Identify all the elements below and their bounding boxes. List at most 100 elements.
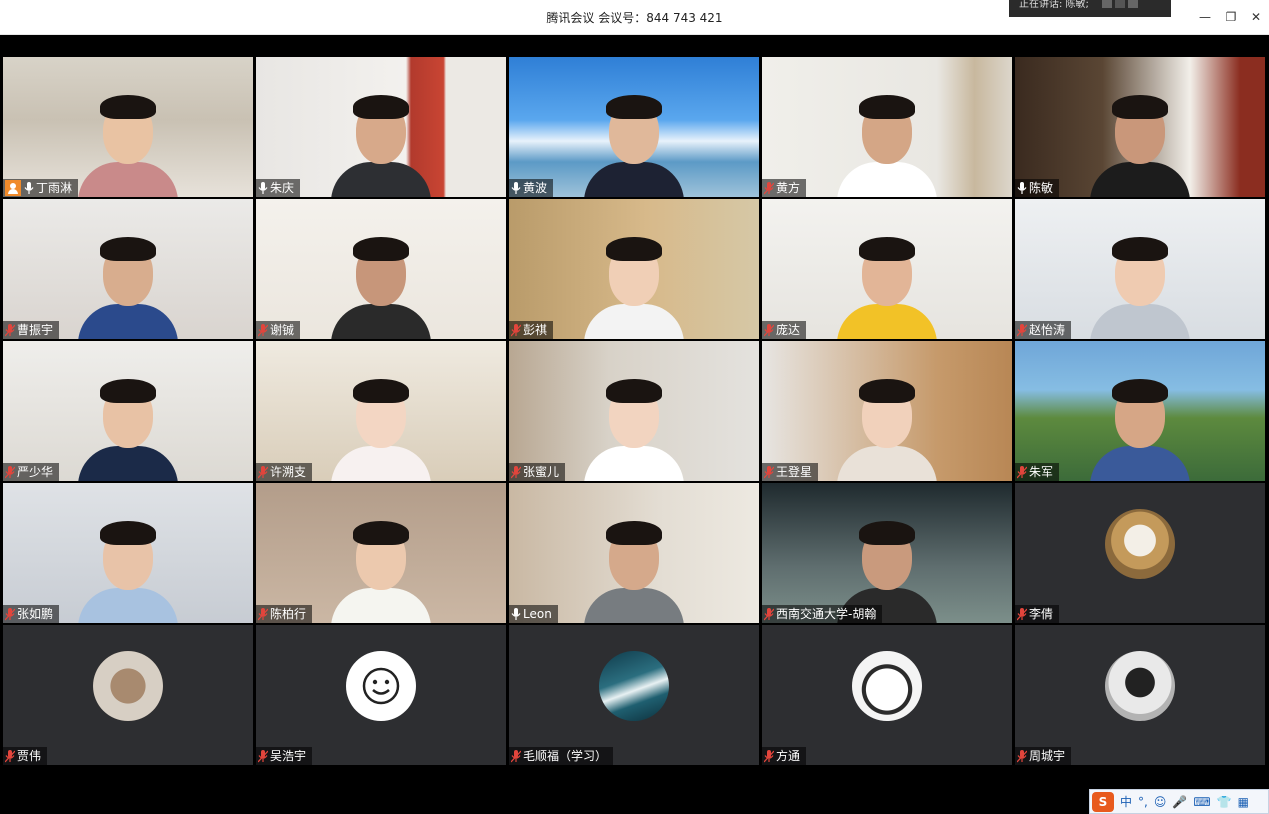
mic-muted-icon <box>5 607 17 621</box>
participant-name-tag: 朱军 <box>1015 463 1060 481</box>
speaking-label: 正在讲话: 陈敏; <box>1019 0 1089 10</box>
mic-muted-icon <box>511 749 523 763</box>
participant-tile[interactable]: 朱庆 <box>256 57 506 197</box>
participant-name-tag: 西南交通大学-胡翰 <box>762 605 883 623</box>
participant-tile[interactable]: 李倩 <box>1015 483 1265 623</box>
video-feed <box>762 57 1012 197</box>
video-feed <box>509 199 759 339</box>
participant-tile[interactable]: Leon <box>509 483 759 623</box>
participant-tile[interactable]: 张蜜儿 <box>509 341 759 481</box>
mic-muted-icon <box>258 749 270 763</box>
ime-voice-icon[interactable]: 🎤 <box>1172 795 1187 809</box>
participant-name: 周城宇 <box>1029 749 1066 763</box>
person-silhouette <box>58 199 198 339</box>
participant-name-tag: 严少华 <box>3 463 60 481</box>
participant-tile[interactable]: 彭祺 <box>509 199 759 339</box>
mic-icon <box>1017 181 1029 195</box>
participant-tile[interactable]: 贾伟 <box>3 625 253 765</box>
participant-tile[interactable]: 周城宇 <box>1015 625 1265 765</box>
participant-tile[interactable]: 赵怡涛 <box>1015 199 1265 339</box>
participant-tile[interactable]: 毛顺福（学习） <box>509 625 759 765</box>
title-bar: 腾讯会议 会议号：844 743 421 正在讲话: 陈敏; — ❐ ✕ <box>0 0 1269 35</box>
participant-name-tag: 陈柏行 <box>256 605 313 623</box>
video-feed <box>762 483 1012 623</box>
participant-name: 曹振宇 <box>17 323 54 337</box>
ime-menu-icon[interactable]: ▦ <box>1238 795 1249 809</box>
participant-name: 谢铖 <box>270 323 295 337</box>
participant-name: 王登星 <box>776 465 813 479</box>
ime-toolbar[interactable]: S 中 °, ☺ 🎤 ⌨ 👕 ▦ <box>1089 789 1269 814</box>
participant-name-tag: 张如鹏 <box>3 605 60 623</box>
mic-icon <box>511 607 523 621</box>
participant-tile[interactable]: 许溯支 <box>256 341 506 481</box>
smiley-avatar <box>346 651 416 721</box>
smiley-icon <box>362 667 400 705</box>
mic-muted-icon <box>764 323 776 337</box>
ime-lang[interactable]: 中 <box>1120 793 1132 810</box>
participant-tile[interactable]: 西南交通大学-胡翰 <box>762 483 1012 623</box>
taskbar <box>0 767 1269 814</box>
participant-name-tag: 彭祺 <box>509 321 554 339</box>
close-icon[interactable]: ✕ <box>1247 8 1265 26</box>
participant-tile[interactable]: 王登星 <box>762 341 1012 481</box>
video-feed <box>3 341 253 481</box>
restore-icon[interactable]: ❐ <box>1222 8 1240 26</box>
sogou-logo-icon[interactable]: S <box>1092 791 1114 812</box>
participant-tile[interactable]: 朱军 <box>1015 341 1265 481</box>
mic-muted-icon <box>1017 607 1029 621</box>
participant-tile[interactable]: 庞达 <box>762 199 1012 339</box>
minimize-icon[interactable]: — <box>1196 8 1214 26</box>
participant-tile[interactable]: 张如鹏 <box>3 483 253 623</box>
participant-name-tag: 丁雨淋 <box>3 179 79 197</box>
participant-name: 西南交通大学-胡翰 <box>776 607 877 621</box>
participant-name-tag: 贾伟 <box>3 747 48 765</box>
person-silhouette <box>58 57 198 197</box>
mic-muted-icon <box>258 323 270 337</box>
ime-skin-icon[interactable]: 👕 <box>1217 795 1232 809</box>
participant-tile[interactable]: 丁雨淋 <box>3 57 253 197</box>
participant-name-tag: 陈敏 <box>1015 179 1060 197</box>
participant-name: 张蜜儿 <box>523 465 560 479</box>
participant-tile[interactable]: 吴浩宇 <box>256 625 506 765</box>
person-silhouette <box>1070 57 1210 197</box>
participant-name-tag: 庞达 <box>762 321 807 339</box>
participant-tile[interactable]: 方通 <box>762 625 1012 765</box>
mic-muted-icon <box>5 323 17 337</box>
ime-punct-icon[interactable]: °, <box>1138 795 1148 809</box>
participant-name-tag: 方通 <box>762 747 807 765</box>
cartoon-avatar <box>852 651 922 721</box>
participant-name: 方通 <box>776 749 801 763</box>
video-feed <box>509 483 759 623</box>
participant-tile[interactable]: 黄波 <box>509 57 759 197</box>
participant-tile[interactable]: 严少华 <box>3 341 253 481</box>
person-silhouette <box>58 341 198 481</box>
video-feed <box>762 199 1012 339</box>
participant-name: 黄波 <box>523 181 548 195</box>
participant-name-tag: 吴浩宇 <box>256 747 313 765</box>
participant-name-tag: 赵怡涛 <box>1015 321 1072 339</box>
person-silhouette <box>58 483 198 623</box>
ime-keyboard-icon[interactable]: ⌨ <box>1193 795 1210 809</box>
mic-muted-icon <box>1017 749 1029 763</box>
participant-tile[interactable]: 黄方 <box>762 57 1012 197</box>
mic-muted-icon <box>511 465 523 479</box>
participant-tile[interactable]: 谢铖 <box>256 199 506 339</box>
video-feed <box>256 57 506 197</box>
video-feed <box>762 341 1012 481</box>
participant-name-tag: 谢铖 <box>256 321 301 339</box>
person-silhouette <box>311 483 451 623</box>
participant-name-tag: 毛顺福（学习） <box>509 747 614 765</box>
participant-name: 赵怡涛 <box>1029 323 1066 337</box>
speaking-dots <box>1102 0 1139 8</box>
video-feed <box>256 199 506 339</box>
participant-name: 黄方 <box>776 181 801 195</box>
participant-name-tag: 李倩 <box>1015 605 1060 623</box>
participant-name-tag: 黄波 <box>509 179 554 197</box>
participant-tile[interactable]: 曹振宇 <box>3 199 253 339</box>
participant-tile[interactable]: 陈敏 <box>1015 57 1265 197</box>
participant-tile[interactable]: 陈柏行 <box>256 483 506 623</box>
participant-name-tag: 张蜜儿 <box>509 463 566 481</box>
participant-name: 朱庆 <box>270 181 295 195</box>
person-silhouette <box>1070 341 1210 481</box>
ime-emoji-icon[interactable]: ☺ <box>1154 795 1167 809</box>
